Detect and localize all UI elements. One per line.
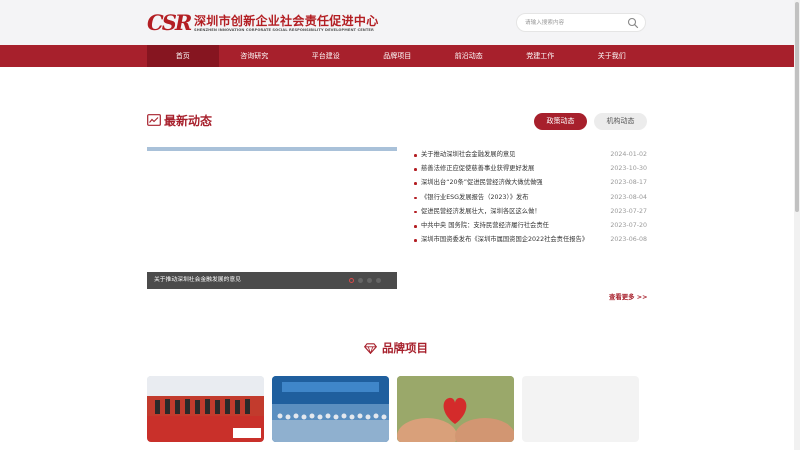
news-slider[interactable]: 关于推动深圳社会金融发展的意见: [147, 147, 397, 289]
latest-news-title: 最新动态: [164, 114, 213, 128]
news-icon: [147, 114, 161, 126]
scrollbar-thumb[interactable]: [795, 2, 799, 212]
news-item[interactable]: 中共中央 国务院：支持民营经济履行社会责任 2023-07-20: [414, 219, 647, 233]
main-nav: 首页 咨询研究 平台建设 品牌项目 前沿动态 党建工作 关于我们: [0, 45, 800, 67]
slider-dot-3[interactable]: [367, 278, 372, 283]
logo-english-name: SHENZHEN INNOVATION CORPORATE SOCIAL RES…: [194, 27, 374, 32]
news-item-title[interactable]: 慈善法修正应促使慈善事业获得更好发展: [421, 162, 534, 176]
nav-item-1[interactable]: 首页: [147, 45, 219, 67]
forum-photo-image: [272, 376, 389, 442]
nav-item-6[interactable]: 党建工作: [505, 45, 577, 67]
news-item-date: 2024-01-02: [610, 151, 647, 158]
nav-item-7[interactable]: 关于我们: [576, 45, 648, 67]
latest-news-header: 最新动态 政策动态 机构动态: [147, 111, 647, 131]
site-header: CSR 深圳市创新企业社会责任促进中心 SHENZHEN INNOVATION …: [0, 0, 800, 45]
page: CSR 深圳市创新企业社会责任促进中心 SHENZHEN INNOVATION …: [0, 0, 800, 450]
news-item-title[interactable]: 深圳市国资委发布《深圳市属国资国企2022社会责任报告》: [421, 233, 588, 247]
news-item[interactable]: 深圳出台“20条”促进民营经济做大做优做强 2023-08-17: [414, 176, 647, 190]
news-item[interactable]: 促进民营经济发展壮大，深圳各区这么做！ 2023-07-27: [414, 205, 647, 219]
news-item-title[interactable]: 促进民营经济发展壮大，深圳各区这么做！: [421, 205, 541, 219]
search-box: [516, 13, 646, 32]
news-item-date: 2023-07-20: [610, 221, 647, 229]
news-item-date: 2023-08-17: [610, 179, 647, 187]
brand-projects-header: 品牌项目: [364, 340, 428, 356]
brand-card-forum-photo[interactable]: [272, 376, 389, 442]
view-more-link[interactable]: 查看更多 >>: [609, 292, 648, 302]
slider-caption-bar: 关于推动深圳社会金融发展的意见: [147, 272, 397, 289]
search-input[interactable]: [525, 16, 625, 29]
brand-cards: [147, 376, 639, 442]
slider-dot-4[interactable]: [376, 278, 381, 283]
slider-dots: [349, 278, 381, 283]
page-scrollbar[interactable]: [794, 0, 800, 450]
news-item[interactable]: 深圳市国资委发布《深圳市属国资国企2022社会责任报告》 2023-06-08: [414, 233, 647, 247]
news-item[interactable]: 慈善法修正应促使慈善事业获得更好发展 2023-10-30: [414, 162, 647, 176]
slider-dot-1[interactable]: [349, 278, 354, 283]
nav-item-2[interactable]: 咨询研究: [219, 45, 291, 67]
news-item-date: 2023-10-30: [610, 165, 647, 173]
brand-card-ceremony-photo[interactable]: [147, 376, 264, 442]
news-list: 关于推动深圳社会金融发展的意见 2024-01-02 慈善法修正应促使慈善事业获得更…: [414, 148, 647, 247]
diamond-icon: [364, 342, 377, 354]
nav-list: 首页 咨询研究 平台建设 品牌项目 前沿动态 党建工作 关于我们: [147, 45, 648, 67]
logo-chinese-name: 深圳市创新企业社会责任促进中心: [194, 13, 379, 28]
news-item-title[interactable]: 深圳出台“20条”促进民营经济做大做优做强: [421, 176, 543, 190]
nav-item-5[interactable]: 前沿动态: [433, 45, 505, 67]
ceremony-photo-image: [147, 376, 264, 442]
nav-item-3[interactable]: 平台建设: [290, 45, 362, 67]
news-item-title[interactable]: 关于推动深圳社会金融发展的意见: [421, 148, 515, 162]
nav-item-4[interactable]: 品牌项目: [362, 45, 434, 67]
brand-card-heart-photo[interactable]: [397, 376, 514, 442]
site-logo[interactable]: CSR 深圳市创新企业社会责任促进中心 SHENZHEN INNOVATION …: [147, 12, 379, 34]
news-item-date: 2023-07-27: [610, 207, 647, 215]
news-item[interactable]: 《银行业ESG发展报告（2023）》发布 2023-08-04: [414, 191, 647, 205]
csr-logo-mark: CSR: [147, 10, 192, 35]
tab-policy-news[interactable]: 政策动态: [534, 113, 587, 130]
slider-dot-2[interactable]: [358, 278, 363, 283]
news-item-title[interactable]: 中共中央 国务院：支持民营经济履行社会责任: [421, 219, 549, 233]
search-icon[interactable]: [627, 17, 639, 29]
news-item-title[interactable]: 《银行业ESG发展报告（2023）》发布: [421, 191, 529, 205]
brand-card-placeholder[interactable]: [522, 376, 639, 442]
tab-org-news[interactable]: 机构动态: [594, 113, 647, 130]
news-item-date: 2023-06-08: [610, 236, 647, 244]
brand-projects-title: 品牌项目: [382, 341, 428, 355]
news-item-date: 2023-08-04: [610, 193, 647, 201]
news-item[interactable]: 关于推动深圳社会金融发展的意见 2024-01-02: [414, 148, 647, 162]
slider-caption[interactable]: 关于推动深圳社会金融发展的意见: [154, 272, 241, 289]
heart-photo-image: [397, 376, 514, 442]
logo-text: 深圳市创新企业社会责任促进中心 SHENZHEN INNOVATION CORP…: [194, 14, 379, 33]
